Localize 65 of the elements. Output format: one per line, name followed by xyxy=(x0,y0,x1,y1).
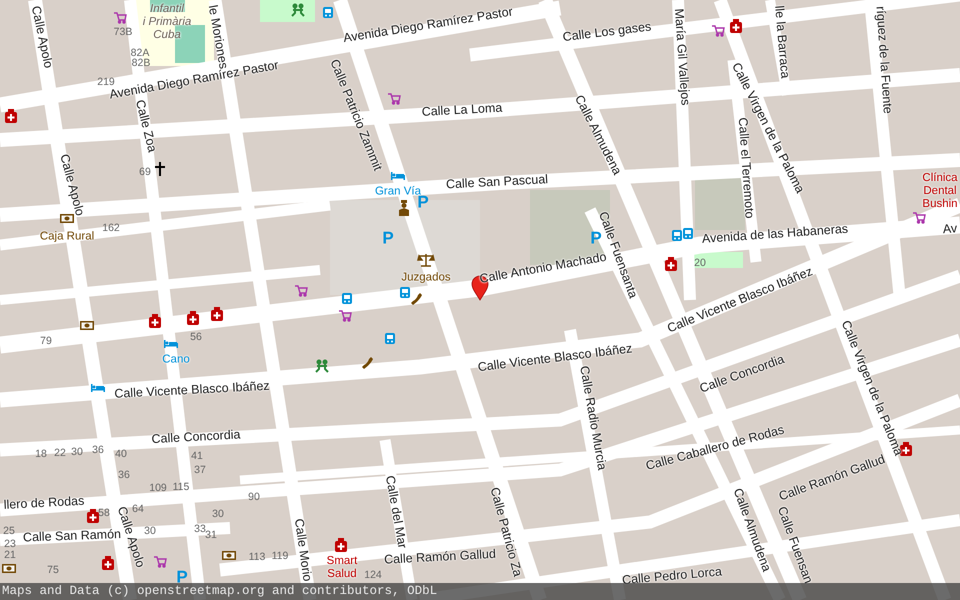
house-number: 22 xyxy=(54,448,66,458)
street-label: Calle Morio xyxy=(292,518,314,582)
street-label: Calle Radio Murcia xyxy=(578,364,608,472)
house-number: 56 xyxy=(190,332,202,342)
house-number: 90 xyxy=(248,492,260,502)
street-label: Avenida de las Habaneras xyxy=(702,222,848,246)
street-label: lle la Barraca xyxy=(772,5,792,79)
house-number: 162 xyxy=(102,222,120,234)
house-number: 40 xyxy=(115,448,127,460)
street-label: Calle Ramón Gallud xyxy=(384,548,496,566)
place-label: Clínica Dental Bushin xyxy=(922,172,958,212)
house-number: 73B xyxy=(114,26,132,38)
house-number: 33 xyxy=(194,524,206,534)
parking-sign: P xyxy=(176,568,188,586)
house-number: 82B xyxy=(132,58,150,68)
house-number: 30 xyxy=(71,446,83,458)
street-label: Calle San Ramón xyxy=(22,528,122,544)
house-number: 37 xyxy=(194,464,206,476)
street-label: le Moriones xyxy=(206,4,230,70)
house-number: 109 xyxy=(149,482,167,494)
attribution-text: Maps and Data (c) openstreetmap.org and contributors, ODbL xyxy=(0,583,960,600)
street-label: Calle Zoa xyxy=(133,98,159,154)
house-number: 124 xyxy=(364,570,382,580)
street-label: Calle Concordia xyxy=(151,428,241,446)
street-label: Calle Apolo xyxy=(29,4,55,70)
street-label: llero de Rodas xyxy=(3,494,85,512)
street-label: Calle San Pascual xyxy=(446,173,548,191)
house-number: 36 xyxy=(118,470,130,480)
house-number: 30 xyxy=(212,508,224,520)
house-number: 115 xyxy=(172,482,190,492)
street-label: ríguez de la Fuente xyxy=(874,6,894,114)
house-number: 21 xyxy=(4,550,16,560)
place-label: Cano xyxy=(162,353,190,367)
street-label: Calle Los gases xyxy=(562,20,652,44)
house-number: 119 xyxy=(272,550,288,562)
house-number: 30 xyxy=(144,526,156,536)
place-label: Smart Salud xyxy=(326,554,358,582)
street-label: Calle Antonio Machado xyxy=(478,250,608,286)
street-label: Calle del Mar xyxy=(383,474,409,550)
house-number: 41 xyxy=(191,450,203,462)
house-number: 23 xyxy=(4,538,16,550)
street-label: Avenida Diego Ramírez Pastor xyxy=(342,5,514,45)
street-label: Calle La Loma xyxy=(421,102,503,118)
parking-sign: P xyxy=(590,230,602,246)
house-number: 36 xyxy=(92,444,104,456)
parking-sign: P xyxy=(417,194,429,210)
place-label: Juzgados xyxy=(401,271,451,285)
house-number: 58 xyxy=(98,508,110,518)
house-number: 25 xyxy=(3,526,15,536)
house-number: 64 xyxy=(132,504,144,514)
parking-sign: P xyxy=(382,230,394,246)
street-label: Calle Apolo xyxy=(58,152,86,218)
street-label: Av xyxy=(942,222,958,236)
house-number: 113 xyxy=(248,552,266,562)
house-number: 69 xyxy=(139,166,151,178)
house-number: 79 xyxy=(40,336,52,346)
house-number: 75 xyxy=(47,564,59,576)
house-number: 18 xyxy=(35,448,47,460)
street-label: Calle Vicente Blasco Ibáñez xyxy=(114,380,270,400)
house-number: 82A xyxy=(130,48,150,58)
house-number: 31 xyxy=(205,530,217,540)
street-label: Calle el Terremoto xyxy=(736,117,756,219)
place-label: Caja Rural xyxy=(40,230,94,244)
house-number: 219 xyxy=(97,76,115,88)
street-label: María Gil Vallejos xyxy=(672,8,692,106)
